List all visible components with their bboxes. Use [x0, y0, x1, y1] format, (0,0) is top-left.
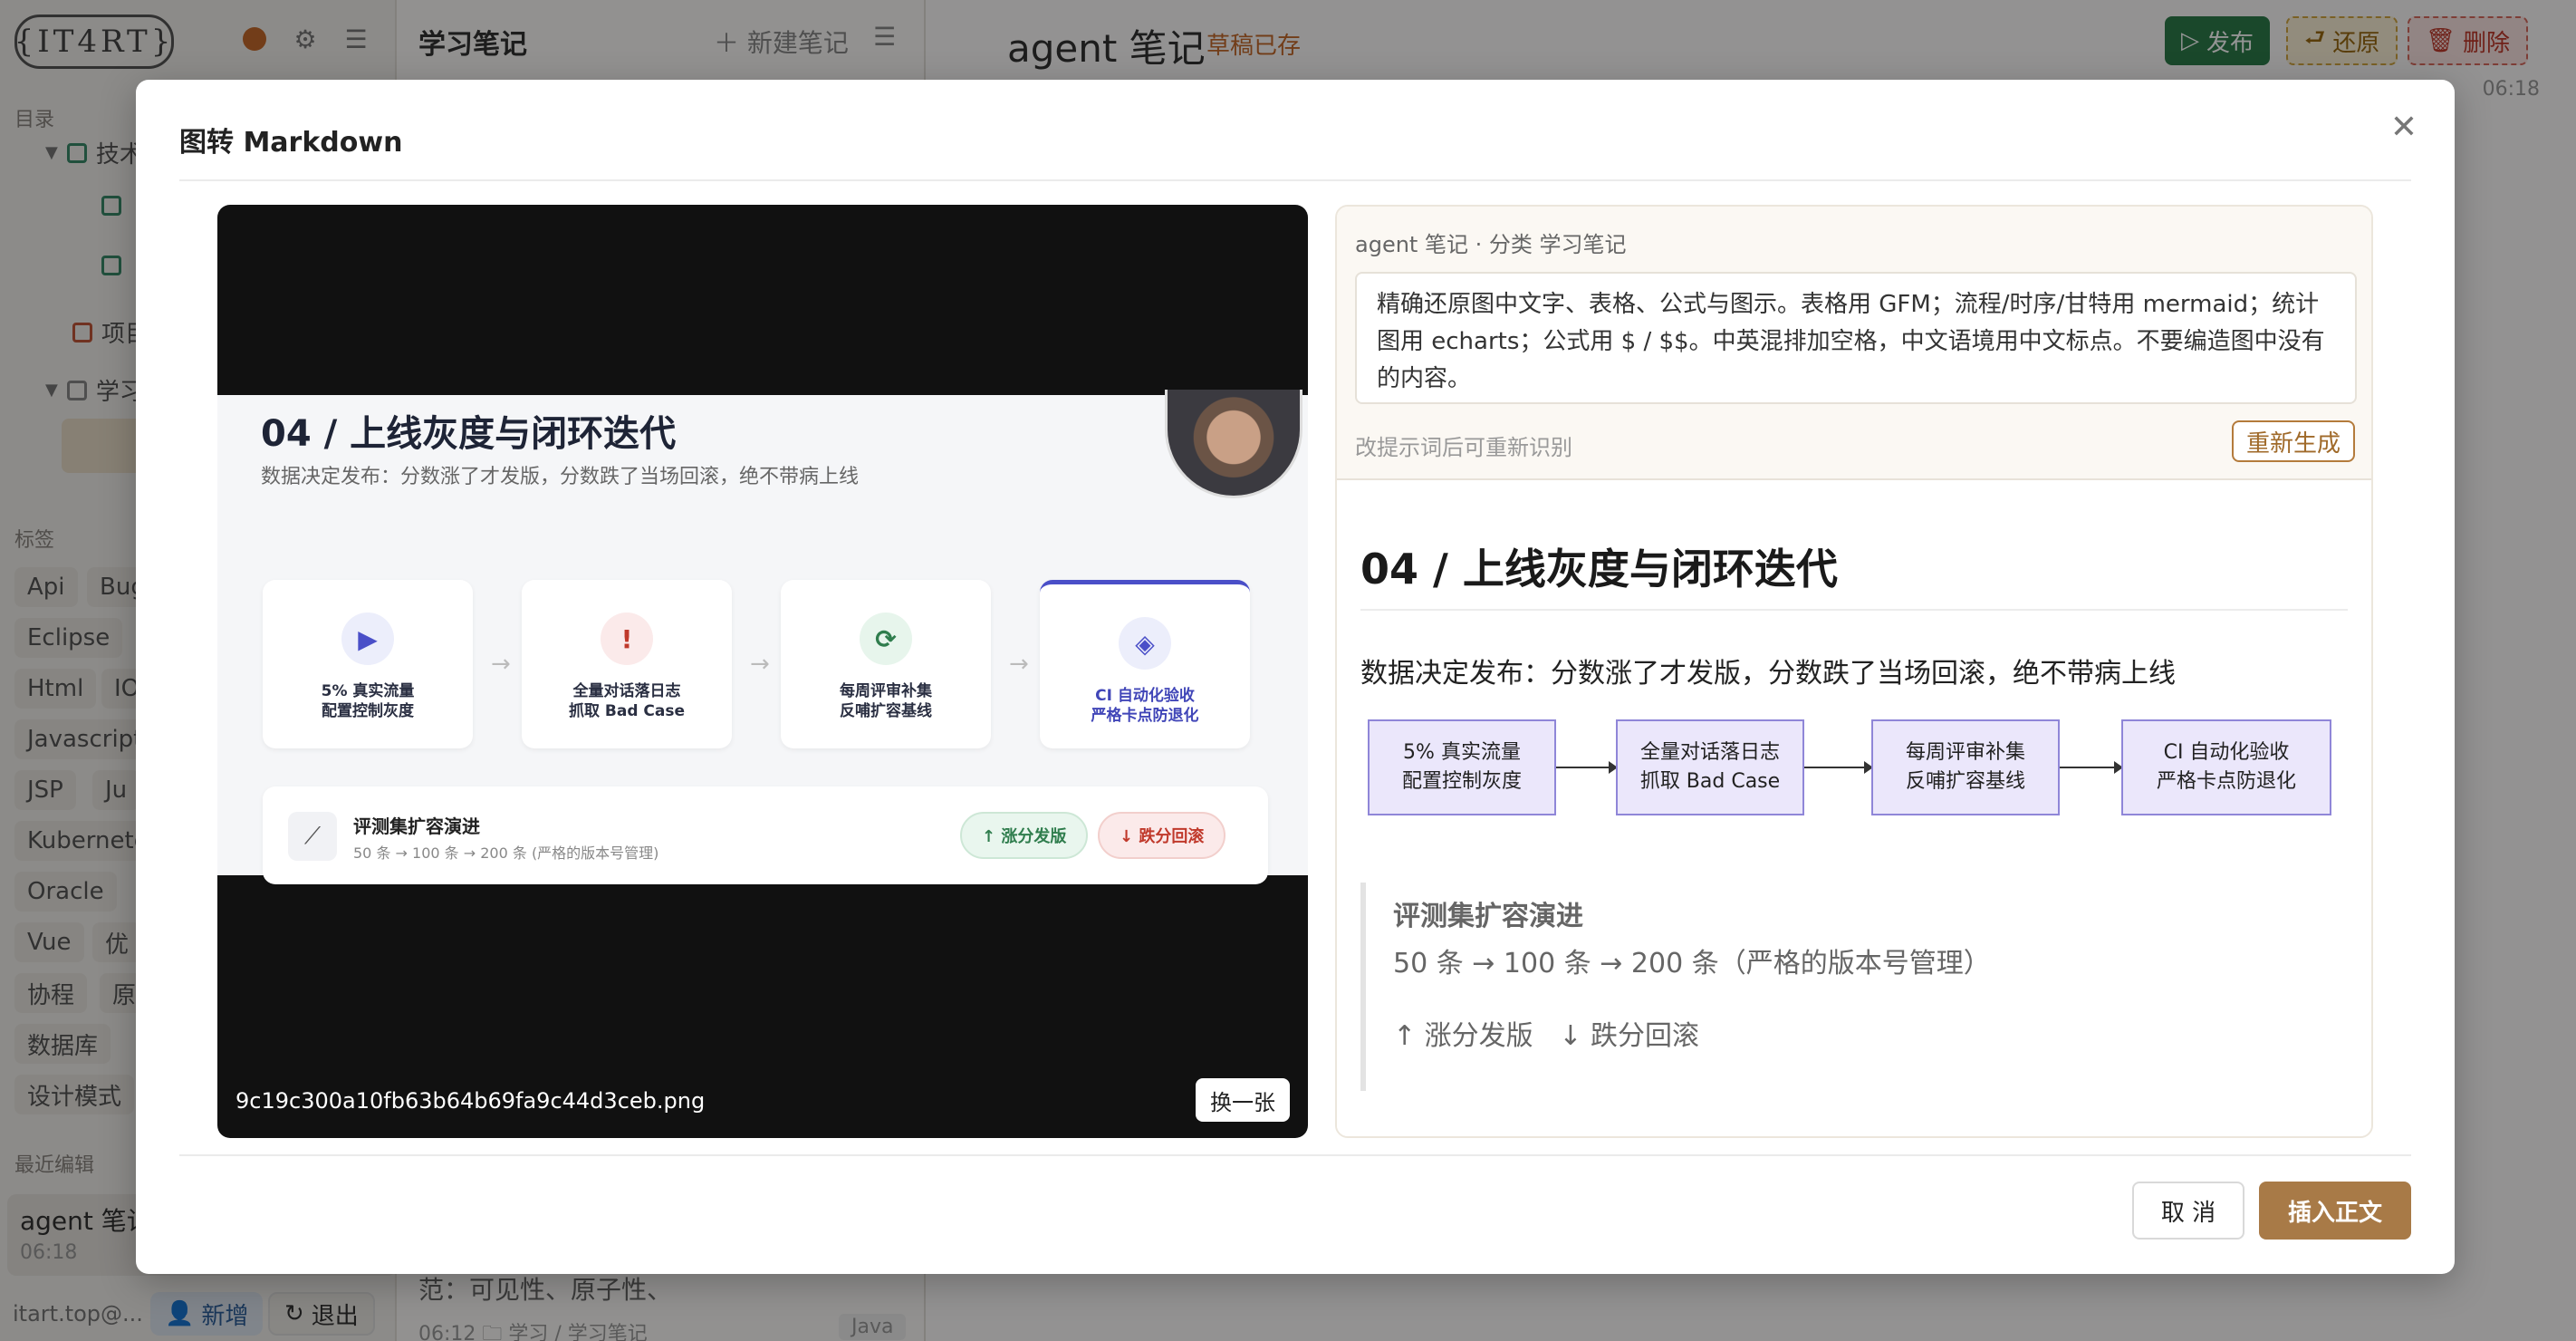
prompt-textarea[interactable]: 精确还原图中文字、表格、公式与图示。表格用 GFM；流程/时序/甘特用 merm…	[1355, 272, 2357, 404]
md-paragraph: 数据决定发布：分数涨了才发版，分数跌了当场回滚，绝不带病上线	[1360, 658, 2176, 690]
presenter-avatar	[1165, 390, 1302, 498]
divider	[1360, 609, 2348, 611]
slide-card: ! 全量对话落日志 抓取 Bad Case	[522, 580, 732, 748]
dialog-title: 图转 Markdown	[179, 127, 403, 159]
play-icon: ▶	[341, 613, 394, 665]
image-filename: 9c19c300a10fb63b64b69fa9c44d3ceb.png	[235, 1088, 706, 1114]
shield-icon: ◈	[1119, 617, 1171, 670]
arrow-right-icon: →	[491, 651, 511, 678]
slide-card: ▶ 5% 真实流量 配置控制灰度	[263, 580, 473, 748]
insert-button[interactable]: 插入正文	[2259, 1182, 2411, 1240]
preview-slide: 04 / 上线灰度与闭环迭代 数据决定发布：分数涨了才发版，分数跌了当场回滚，绝…	[217, 390, 1308, 884]
flow-edge	[1804, 761, 1873, 774]
swap-image-button[interactable]: 换一张	[1196, 1078, 1290, 1122]
flow-edge	[1556, 761, 1618, 774]
quote-actions: ↑ 涨分发版 ↓ 跌分回滚	[1393, 1020, 1699, 1052]
flow-node: 全量对话落日志 抓取 Bad Case	[1616, 719, 1804, 815]
slide-title: 04 / 上线灰度与闭环迭代	[261, 413, 677, 455]
slide-card: ⟳ 每周评审补集 反哺扩容基线	[781, 580, 991, 748]
md-heading: 04 / 上线灰度与闭环迭代	[1360, 545, 1838, 593]
image-preview: 04 / 上线灰度与闭环迭代 数据决定发布：分数涨了才发版，分数跌了当场回滚，绝…	[217, 205, 1308, 1138]
cancel-button[interactable]: 取 消	[2132, 1182, 2244, 1240]
close-icon[interactable]: ✕	[2386, 109, 2422, 146]
flow-node: CI 自动化验收 严格卡点防退化	[2121, 719, 2331, 815]
md-blockquote: 评测集扩容演进 50 条 → 100 条 → 200 条（严格的版本号管理） ↑…	[1360, 883, 2348, 1091]
image-to-markdown-dialog: 图转 Markdown ✕ 04 / 上线灰度与闭环迭代 数据决定发布：分数涨了…	[136, 80, 2455, 1274]
note-context: agent 笔记 · 分类 学习笔记	[1355, 232, 1627, 257]
quote-title: 评测集扩容演进	[1393, 901, 1583, 932]
divider	[179, 1154, 2411, 1156]
prompt-hint: 改提示词后可重新识别	[1355, 435, 1572, 460]
alert-icon: !	[601, 613, 653, 665]
slide-subtitle: 数据决定发布：分数涨了才发版，分数跌了当场回滚，绝不带病上线	[261, 466, 860, 488]
arrow-right-icon: →	[1009, 651, 1029, 678]
up-pill: ↑ 涨分发版	[960, 812, 1089, 859]
markdown-panel: agent 笔记 · 分类 学习笔记 精确还原图中文字、表格、公式与图示。表格用…	[1335, 205, 2373, 1138]
flow-edge	[2060, 761, 2123, 774]
refresh-icon: ⟳	[860, 613, 912, 665]
regenerate-button[interactable]: 重新生成	[2231, 420, 2355, 462]
slide-card: ◈ CI 自动化验收 严格卡点防退化	[1040, 580, 1250, 748]
markdown-preview: 04 / 上线灰度与闭环迭代 数据决定发布：分数涨了才发版，分数跌了当场回滚，绝…	[1337, 482, 2371, 1136]
line-chart-icon: ⟋	[288, 812, 337, 861]
quote-text: 50 条 → 100 条 → 200 条（严格的版本号管理）	[1393, 948, 1991, 979]
prompt-section: agent 笔记 · 分类 学习笔记 精确还原图中文字、表格、公式与图示。表格用…	[1337, 207, 2371, 480]
mermaid-flowchart: 5% 真实流量 配置控制灰度 全量对话落日志 抓取 Bad Case 每周评审补…	[1368, 719, 2346, 817]
down-pill: ↓ 跌分回滚	[1098, 812, 1226, 859]
slide-band: ⟋ 评测集扩容演进 50 条 → 100 条 → 200 条 (严格的版本号管理…	[263, 786, 1268, 884]
flow-node: 5% 真实流量 配置控制灰度	[1368, 719, 1556, 815]
flow-node: 每周评审补集 反哺扩容基线	[1871, 719, 2060, 815]
divider	[179, 179, 2411, 181]
arrow-right-icon: →	[750, 651, 770, 678]
